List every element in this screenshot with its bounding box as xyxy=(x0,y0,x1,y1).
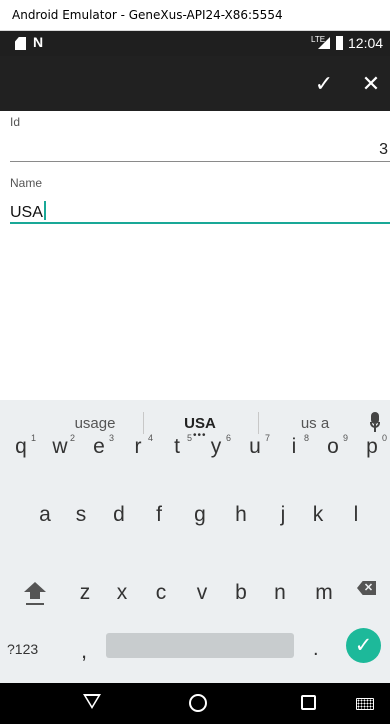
name-field-underline xyxy=(10,222,390,224)
key-t[interactable]: t5 xyxy=(159,428,195,466)
period-key[interactable]: . xyxy=(313,638,319,661)
backspace-icon[interactable]: ✕ xyxy=(357,581,376,595)
key-label: p xyxy=(366,435,378,458)
key-d[interactable]: d xyxy=(101,496,137,534)
home-icon[interactable] xyxy=(189,694,207,712)
close-icon[interactable]: ✕ xyxy=(357,70,385,98)
key-number-hint: 5 xyxy=(186,433,192,443)
id-field-underline xyxy=(10,161,390,162)
symbols-key[interactable]: ?123 xyxy=(7,641,38,657)
key-number-hint: 8 xyxy=(303,433,309,443)
key-label: w xyxy=(52,435,68,458)
signal-icon xyxy=(318,37,330,49)
key-label: r xyxy=(134,435,142,458)
n-icon: N xyxy=(33,34,44,50)
key-number-hint: 4 xyxy=(147,433,153,443)
key-s[interactable]: s xyxy=(63,496,99,534)
shift-icon[interactable] xyxy=(24,582,46,608)
key-label: y xyxy=(210,435,222,458)
key-q[interactable]: q1 xyxy=(3,428,39,466)
enter-key[interactable]: ✓ xyxy=(346,628,381,663)
key-number-hint: 0 xyxy=(381,433,387,443)
key-e[interactable]: e3 xyxy=(81,428,117,466)
key-label: i xyxy=(291,435,297,458)
emulator-window-title: Android Emulator - GeneXus-API24-X86:555… xyxy=(0,0,390,31)
key-g[interactable]: g xyxy=(182,496,218,534)
key-y[interactable]: y6 xyxy=(198,428,234,466)
key-number-hint: 2 xyxy=(69,433,75,443)
key-m[interactable]: m xyxy=(306,574,342,612)
name-field-value: USA xyxy=(10,204,43,221)
key-p[interactable]: p0 xyxy=(354,428,390,466)
key-l[interactable]: l xyxy=(338,496,374,534)
space-key[interactable] xyxy=(106,633,294,658)
key-b[interactable]: b xyxy=(223,574,259,612)
key-h[interactable]: h xyxy=(223,496,259,534)
check-icon[interactable]: ✓ xyxy=(310,70,338,98)
key-number-hint: 7 xyxy=(264,433,270,443)
key-number-hint: 1 xyxy=(30,433,36,443)
key-label: u xyxy=(249,435,261,458)
status-bar: N LTE 12:04 xyxy=(0,31,390,56)
name-field[interactable]: USA xyxy=(10,201,46,222)
key-number-hint: 6 xyxy=(225,433,231,443)
key-label: e xyxy=(93,435,105,458)
app-toolbar: ✓ ✕ xyxy=(0,56,390,111)
sd-card-icon xyxy=(15,37,26,50)
key-f[interactable]: f xyxy=(141,496,177,534)
key-r[interactable]: r4 xyxy=(120,428,156,466)
key-number-hint: 3 xyxy=(108,433,114,443)
navigation-bar xyxy=(0,683,390,724)
id-label: Id xyxy=(10,115,21,129)
status-time: 12:04 xyxy=(348,35,384,51)
id-field[interactable]: 3 xyxy=(379,141,388,159)
key-label: o xyxy=(327,435,339,458)
name-label: Name xyxy=(10,176,43,190)
key-i[interactable]: i8 xyxy=(276,428,312,466)
key-x[interactable]: x xyxy=(104,574,140,612)
key-z[interactable]: z xyxy=(67,574,103,612)
key-k[interactable]: k xyxy=(300,496,336,534)
key-w[interactable]: w2 xyxy=(42,428,78,466)
back-icon-inner xyxy=(86,696,98,706)
comma-key[interactable]: , xyxy=(81,638,87,664)
key-v[interactable]: v xyxy=(184,574,220,612)
recents-icon[interactable] xyxy=(301,695,316,710)
key-n[interactable]: n xyxy=(262,574,298,612)
text-cursor xyxy=(43,201,46,220)
key-number-hint: 9 xyxy=(342,433,348,443)
soft-keyboard: usage USA ••• us a ✕ ?123 , . ✓ q1w2e3r4… xyxy=(0,400,390,683)
key-label: q xyxy=(15,435,27,458)
key-o[interactable]: o9 xyxy=(315,428,351,466)
key-label: t xyxy=(174,435,180,458)
key-u[interactable]: u7 xyxy=(237,428,273,466)
key-j[interactable]: j xyxy=(265,496,301,534)
battery-icon xyxy=(336,36,343,50)
keyboard-icon[interactable] xyxy=(356,698,374,710)
key-c[interactable]: c xyxy=(143,574,179,612)
key-a[interactable]: a xyxy=(27,496,63,534)
